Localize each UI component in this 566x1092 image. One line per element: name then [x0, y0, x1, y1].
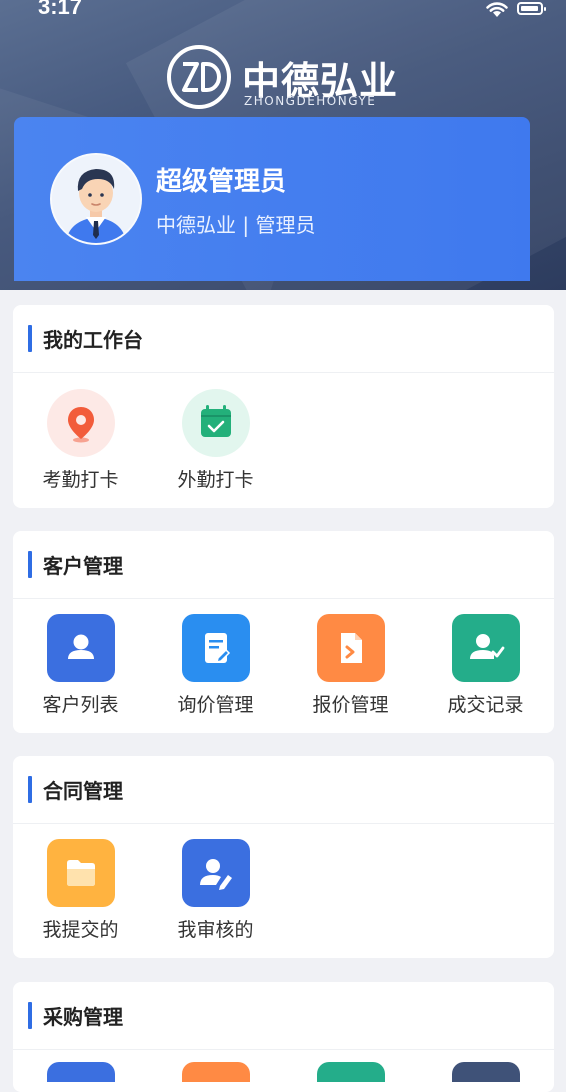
section-header: 我的工作台	[13, 305, 554, 373]
grid-item-deal-records[interactable]: 成交记录	[418, 614, 553, 734]
grid-item-label: 考勤打卡	[42, 469, 119, 491]
section-accent-bar	[28, 1002, 32, 1029]
grid-item-inquiry-management[interactable]: 询价管理	[148, 614, 283, 734]
grid-item-customer-list[interactable]: 客户列表	[13, 614, 148, 734]
grid-item-label: 客户列表	[42, 694, 119, 716]
brand-logo-icon	[166, 44, 232, 110]
section-customer-management: 客户管理 客户列表 询价管理 报价管理 成交记录	[13, 531, 554, 733]
grid-item-label: 报价管理	[312, 694, 389, 716]
user-check-icon	[452, 614, 520, 682]
procurement-icon-2[interactable]	[182, 1062, 250, 1082]
calendar-check-icon	[182, 389, 250, 457]
wifi-icon	[484, 0, 510, 22]
grid-item-field-attendance[interactable]: 外勤打卡	[148, 389, 283, 509]
header-banner: 3:17 中德弘业 ZHONGDEHONGYE 超级管理员 中德弘业 | 管理员	[0, 0, 566, 290]
grid-item-quotation-management[interactable]: 报价管理	[283, 614, 418, 734]
section-title: 采购管理	[43, 1005, 123, 1029]
avatar[interactable]	[50, 153, 142, 245]
user-role: 中德弘业 | 管理员	[156, 213, 316, 237]
grid-item-label: 我审核的	[177, 919, 254, 941]
grid-item-my-reviewed[interactable]: 我审核的	[148, 839, 283, 959]
grid-item-label: 我提交的	[42, 919, 119, 941]
grid-item-label: 外勤打卡	[177, 469, 254, 491]
section-accent-bar	[28, 551, 32, 578]
file-arrow-icon	[317, 614, 385, 682]
section-header: 合同管理	[13, 756, 554, 824]
user-edit-icon	[182, 839, 250, 907]
section-title: 我的工作台	[43, 328, 143, 352]
section-accent-bar	[28, 325, 32, 352]
document-edit-icon	[182, 614, 250, 682]
grid-item-attendance[interactable]: 考勤打卡	[13, 389, 148, 509]
location-pin-icon	[47, 389, 115, 457]
brand-subtitle: ZHONGDEHONGYE	[244, 94, 377, 108]
grid-item-label: 询价管理	[177, 694, 254, 716]
battery-icon	[517, 2, 546, 15]
section-header: 采购管理	[13, 982, 554, 1050]
section-header: 客户管理	[13, 531, 554, 599]
status-time: 3:17	[38, 0, 83, 19]
section-workbench: 我的工作台 考勤打卡 外勤打卡	[13, 305, 554, 508]
user-icon	[47, 614, 115, 682]
procurement-icon-4[interactable]	[452, 1062, 520, 1082]
procurement-icon-1[interactable]	[47, 1062, 115, 1082]
status-bar: 3:17	[0, 0, 566, 22]
grid-item-label: 成交记录	[447, 694, 524, 716]
grid-item-my-submitted[interactable]: 我提交的	[13, 839, 148, 959]
section-title: 合同管理	[43, 779, 123, 803]
folder-icon	[47, 839, 115, 907]
section-contract-management: 合同管理 我提交的 我审核的	[13, 756, 554, 958]
profile-card[interactable]: 超级管理员 中德弘业 | 管理员	[14, 117, 530, 281]
procurement-icon-3[interactable]	[317, 1062, 385, 1082]
section-title: 客户管理	[43, 554, 123, 578]
user-name: 超级管理员	[156, 167, 287, 197]
section-accent-bar	[28, 776, 32, 803]
